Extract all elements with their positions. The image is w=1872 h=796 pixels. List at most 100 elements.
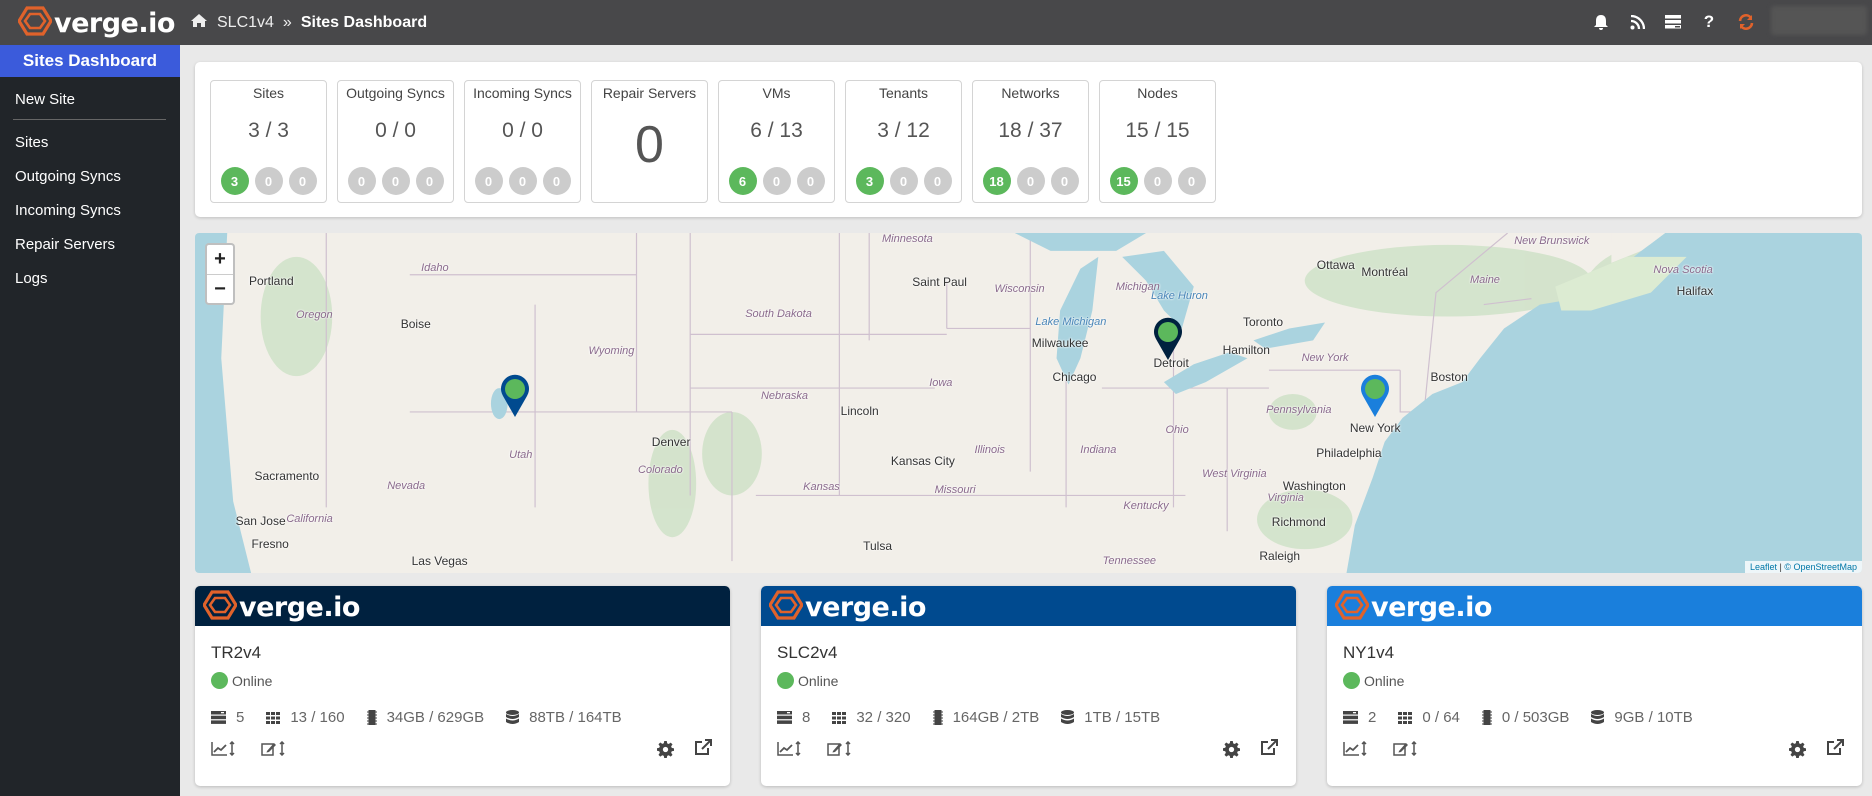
sidebar-item-outgoing-syncs[interactable]: Outgoing Syncs bbox=[15, 168, 121, 185]
site-name[interactable]: SLC2v4 bbox=[777, 643, 837, 663]
error-count-badge[interactable]: 0 bbox=[288, 167, 317, 195]
map-city-label: Portland bbox=[249, 273, 294, 288]
status-online-icon bbox=[777, 672, 794, 689]
sidebar-item-repair-servers[interactable]: Repair Servers bbox=[15, 236, 115, 253]
error-count-badge[interactable]: 0 bbox=[796, 167, 825, 195]
rss-icon[interactable] bbox=[1625, 10, 1649, 34]
warning-count-badge[interactable]: 0 bbox=[1143, 167, 1172, 195]
warning-count-badge[interactable]: 0 bbox=[889, 167, 918, 195]
cores-grid-icon bbox=[832, 711, 847, 724]
site-name[interactable]: NY1v4 bbox=[1343, 643, 1394, 663]
site-actions bbox=[777, 739, 1280, 761]
warning-count-badge[interactable]: 0 bbox=[762, 167, 791, 195]
zoom-control: + − bbox=[205, 243, 235, 305]
error-count-badge[interactable]: 0 bbox=[923, 167, 952, 195]
error-count-badge[interactable]: 0 bbox=[542, 167, 571, 195]
warning-count-badge[interactable]: 0 bbox=[381, 167, 410, 195]
nodes-value: 5 bbox=[236, 709, 245, 726]
brand-logo: verge.io bbox=[768, 590, 926, 625]
external-link-icon[interactable] bbox=[1260, 739, 1278, 756]
nodes-value: 8 bbox=[802, 709, 811, 726]
external-link-icon[interactable] bbox=[694, 739, 712, 756]
stats-chart-toggle-icon[interactable] bbox=[777, 741, 801, 756]
warning-count-badge[interactable]: 0 bbox=[254, 167, 283, 195]
home-icon[interactable] bbox=[190, 13, 208, 33]
site-stats: 5 13 / 160 34GB / 629GB 88TB / 164TB bbox=[211, 709, 644, 726]
stat-card-repair-servers[interactable]: Repair Servers 0 bbox=[591, 80, 708, 203]
brand-name: verge.io bbox=[805, 592, 926, 623]
map-city-label: Boston bbox=[1430, 370, 1468, 385]
site-status: Online bbox=[211, 672, 272, 689]
map-marker-ny1v4[interactable] bbox=[1360, 374, 1390, 418]
gear-icon[interactable] bbox=[657, 741, 674, 758]
storage-value: 9GB / 10TB bbox=[1614, 709, 1693, 726]
cores-grid-icon bbox=[266, 711, 281, 724]
server-icon bbox=[777, 711, 792, 724]
edit-toggle-icon[interactable] bbox=[827, 741, 851, 756]
cores-value: 13 / 160 bbox=[290, 709, 345, 726]
map-city-label: Toronto bbox=[1242, 315, 1284, 330]
breadcrumb-separator: » bbox=[282, 13, 292, 31]
stat-card-outgoing-syncs[interactable]: Outgoing Syncs 0 / 0000 bbox=[337, 80, 454, 203]
sidebar-item-new-site[interactable]: New Site bbox=[15, 91, 75, 108]
breadcrumb: SLC1v4 » Sites Dashboard bbox=[190, 0, 427, 45]
stats-chart-toggle-icon[interactable] bbox=[1343, 741, 1367, 756]
leaflet-link[interactable]: Leaflet bbox=[1750, 562, 1777, 572]
server-list-icon[interactable] bbox=[1661, 10, 1685, 34]
sidebar-item-incoming-syncs[interactable]: Incoming Syncs bbox=[15, 202, 121, 219]
map-region-label: Minnesota bbox=[882, 233, 933, 245]
edit-toggle-icon[interactable] bbox=[261, 741, 285, 756]
stat-title: Incoming Syncs bbox=[473, 85, 572, 101]
breadcrumb-site[interactable]: SLC1v4 bbox=[217, 14, 274, 32]
map-region-label: Missouri bbox=[934, 483, 976, 496]
stat-card-tenants[interactable]: Tenants 3 / 12 3 0 0 bbox=[845, 80, 962, 203]
brand-name: verge.io bbox=[239, 592, 360, 623]
stat-card-incoming-syncs[interactable]: Incoming Syncs 0 / 0000 bbox=[464, 80, 581, 203]
ram-chip-icon bbox=[366, 710, 377, 725]
user-menu[interactable] bbox=[1771, 6, 1867, 35]
online-count-badge[interactable]: 3 bbox=[220, 167, 249, 195]
sites-map[interactable]: Portland Boise Sacramento San Jose Fresno Las… bbox=[195, 233, 1862, 573]
stats-chart-toggle-icon[interactable] bbox=[211, 741, 235, 756]
site-actions bbox=[211, 739, 714, 761]
osm-link[interactable]: © OpenStreetMap bbox=[1784, 562, 1857, 572]
stat-card-sites[interactable]: Sites 3 / 3300 bbox=[210, 80, 327, 203]
map-marker-slc2v4[interactable] bbox=[500, 374, 530, 418]
online-count-badge[interactable]: 15 bbox=[1109, 167, 1138, 195]
online-count-badge[interactable]: 0 bbox=[474, 167, 503, 195]
site-card-slc2v4: verge.io SLC2v4 Online 8 32 / 320 164GB … bbox=[761, 586, 1296, 786]
stat-card-nodes[interactable]: Nodes 15 / 15 15 0 0 bbox=[1099, 80, 1216, 203]
stat-value: 3 / 12 bbox=[877, 119, 930, 142]
online-count-badge[interactable]: 6 bbox=[728, 167, 757, 195]
warning-count-badge[interactable]: 0 bbox=[508, 167, 537, 195]
map-city-label: Kansas City bbox=[890, 453, 955, 468]
warning-count-badge[interactable]: 0 bbox=[1016, 167, 1045, 195]
brand-logo[interactable]: verge.io bbox=[17, 6, 175, 41]
gear-icon[interactable] bbox=[1223, 741, 1240, 758]
bell-icon[interactable] bbox=[1589, 10, 1613, 34]
refresh-icon[interactable] bbox=[1734, 10, 1758, 34]
online-count-badge[interactable]: 3 bbox=[855, 167, 884, 195]
error-count-badge[interactable]: 0 bbox=[1050, 167, 1079, 195]
online-count-badge[interactable]: 0 bbox=[347, 167, 376, 195]
stat-card-networks[interactable]: Networks 18 / 37 18 0 0 bbox=[972, 80, 1089, 203]
gear-icon[interactable] bbox=[1789, 741, 1806, 758]
map-region-label: New York bbox=[1301, 352, 1349, 365]
online-count-badge[interactable]: 18 bbox=[982, 167, 1011, 195]
site-name[interactable]: TR2v4 bbox=[211, 643, 261, 663]
map-city-label: Sacramento bbox=[254, 469, 320, 484]
sidebar-item-logs[interactable]: Logs bbox=[15, 270, 48, 287]
zoom-in-button[interactable]: + bbox=[207, 245, 233, 274]
map-marker-tr2v4[interactable] bbox=[1153, 317, 1183, 361]
error-count-badge[interactable]: 0 bbox=[1177, 167, 1206, 195]
external-link-icon[interactable] bbox=[1826, 739, 1844, 756]
stat-value: 0 bbox=[635, 116, 664, 174]
stat-card-vms[interactable]: VMs 6 / 13 6 0 0 bbox=[718, 80, 835, 203]
error-count-badge[interactable]: 0 bbox=[415, 167, 444, 195]
map-city-label: Chicago bbox=[1052, 370, 1097, 385]
question-icon[interactable]: ? bbox=[1697, 10, 1721, 34]
edit-toggle-icon[interactable] bbox=[1393, 741, 1417, 756]
sidebar-title[interactable]: Sites Dashboard bbox=[0, 45, 180, 77]
sidebar-item-sites[interactable]: Sites bbox=[15, 134, 48, 151]
zoom-out-button[interactable]: − bbox=[207, 274, 233, 303]
